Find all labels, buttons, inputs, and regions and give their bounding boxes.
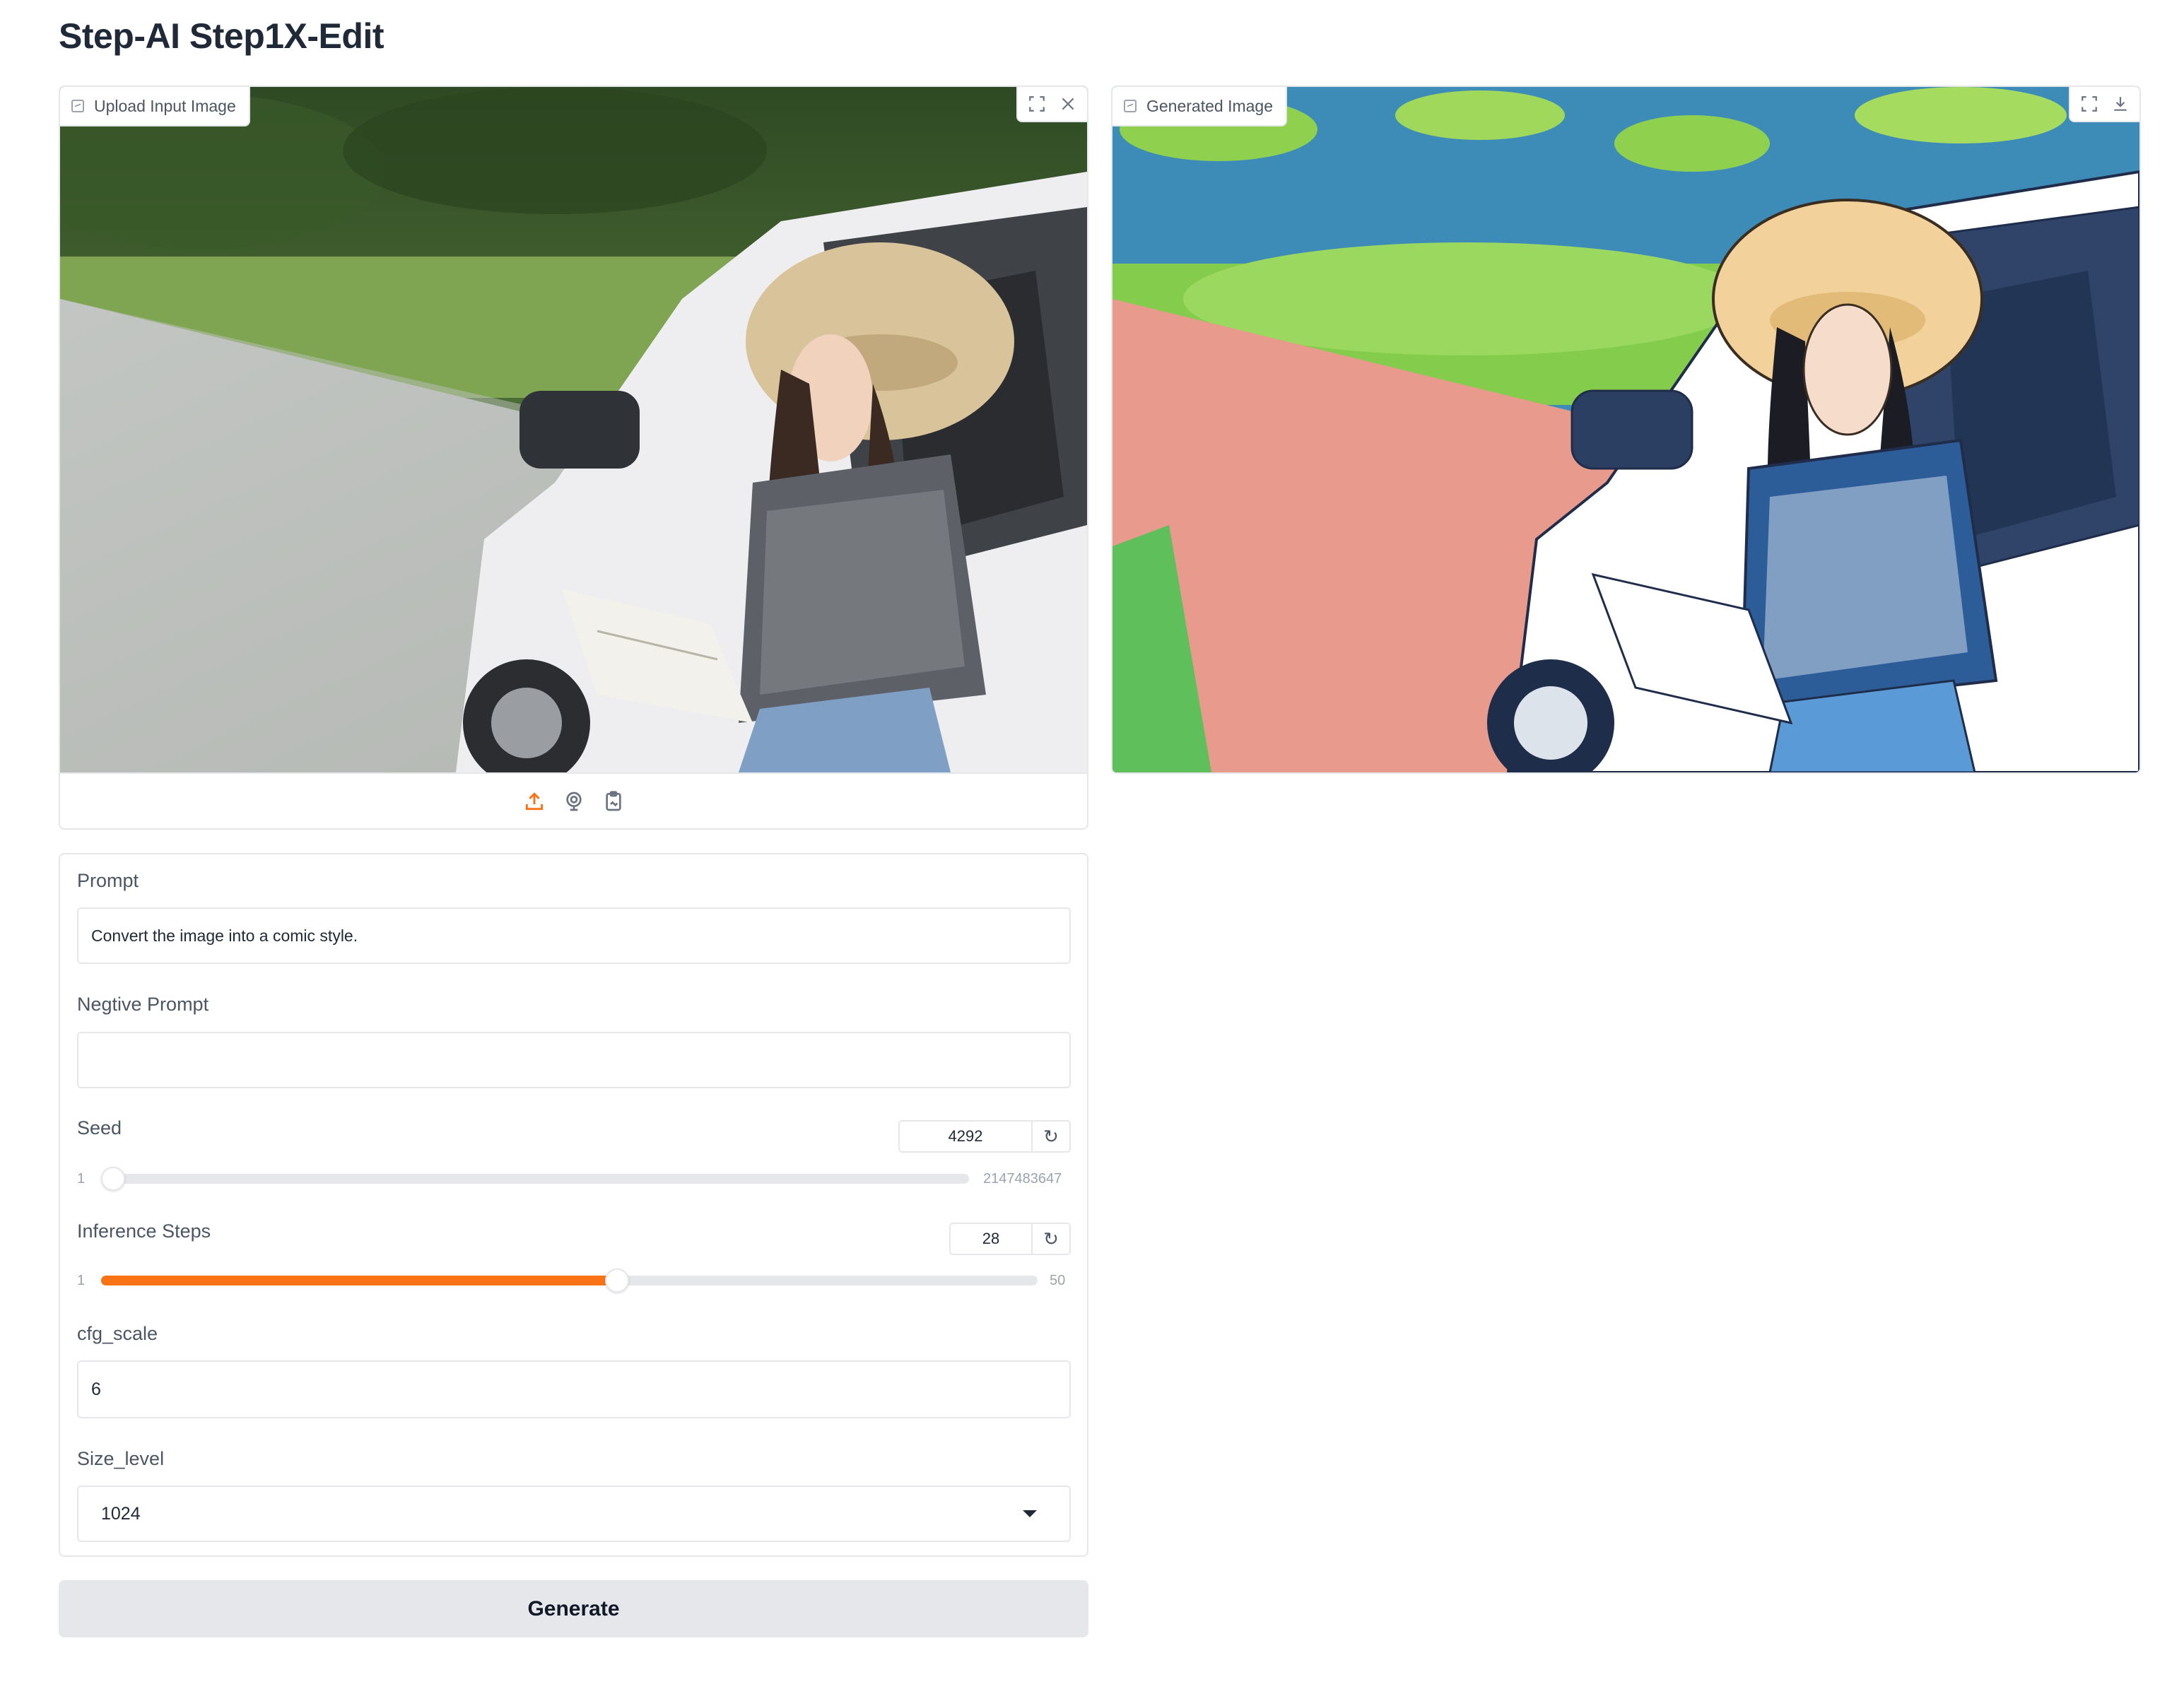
- chevron-down-icon: [1023, 1510, 1037, 1517]
- inference-steps-min: 1: [77, 1273, 86, 1288]
- size-level-value: 1024: [101, 1503, 141, 1524]
- inference-steps-value: 28: [982, 1230, 1000, 1247]
- input-image-panel[interactable]: Upload Input Image: [59, 86, 1088, 830]
- inference-steps-slider-track[interactable]: [101, 1269, 1038, 1293]
- page-title: Step-AI Step1X-Edit: [59, 16, 384, 56]
- cfg-scale-input[interactable]: 6: [77, 1360, 1071, 1418]
- seed-label: Seed: [77, 1117, 122, 1138]
- inference-steps-label: Inference Steps: [77, 1220, 211, 1242]
- seed-min: 1: [77, 1171, 86, 1187]
- generated-image-label-tag: Generated Image: [1112, 87, 1288, 126]
- reset-icon[interactable]: ↻: [1031, 1122, 1069, 1151]
- input-image-label-tag: Upload Input Image: [60, 87, 250, 126]
- negative-prompt-label: Negtive Prompt: [77, 994, 209, 1015]
- webcam-icon[interactable]: [562, 789, 586, 813]
- size-level-select[interactable]: 1024: [77, 1485, 1071, 1542]
- inference-steps-number-box[interactable]: 28 ↻: [949, 1223, 1071, 1255]
- prompt-input-value: Convert the image into a comic style.: [91, 926, 358, 945]
- generated-image-toolbar: [2069, 87, 2139, 122]
- negative-prompt-input[interactable]: [77, 1032, 1071, 1088]
- generated-photo: [1112, 87, 2139, 772]
- input-image-toolbar: [1016, 87, 1087, 122]
- seed-slider-track[interactable]: [101, 1167, 969, 1191]
- clipboard-icon[interactable]: [601, 789, 626, 813]
- input-image-label: Upload Input Image: [94, 96, 236, 115]
- upload-icon[interactable]: [522, 789, 546, 813]
- seed-number-box[interactable]: 4292 ↻: [898, 1120, 1071, 1153]
- inference-steps-max: 50: [1050, 1273, 1066, 1288]
- input-source-bar: [60, 772, 1087, 828]
- generated-image-label: Generated Image: [1146, 96, 1274, 115]
- cfg-scale-label: cfg_scale: [77, 1323, 158, 1344]
- reset-icon[interactable]: ↻: [1031, 1224, 1069, 1254]
- image-icon: [1124, 100, 1137, 112]
- download-icon[interactable]: [2107, 90, 2134, 117]
- generated-image-panel[interactable]: Generated Image: [1111, 86, 2141, 774]
- seed-slider-thumb[interactable]: [101, 1167, 125, 1191]
- generate-button[interactable]: Generate: [59, 1580, 1088, 1637]
- fullscreen-icon[interactable]: [1023, 90, 1050, 117]
- inference-steps-slider-thumb[interactable]: [605, 1269, 630, 1293]
- prompt-label: Prompt: [77, 870, 139, 891]
- seed-max: 2147483647: [983, 1171, 1062, 1187]
- seed-value: 4292: [948, 1127, 983, 1145]
- image-icon: [71, 100, 84, 112]
- input-photo: [60, 87, 1087, 772]
- cfg-scale-value: 6: [91, 1379, 101, 1399]
- settings-panel: Prompt Convert the image into a comic st…: [59, 853, 1088, 1557]
- inference-steps-slider-fill: [101, 1276, 618, 1285]
- fullscreen-icon[interactable]: [2076, 90, 2103, 117]
- prompt-input[interactable]: Convert the image into a comic style.: [77, 907, 1071, 964]
- size-level-label: Size_level: [77, 1448, 165, 1469]
- close-icon[interactable]: [1055, 90, 1081, 117]
